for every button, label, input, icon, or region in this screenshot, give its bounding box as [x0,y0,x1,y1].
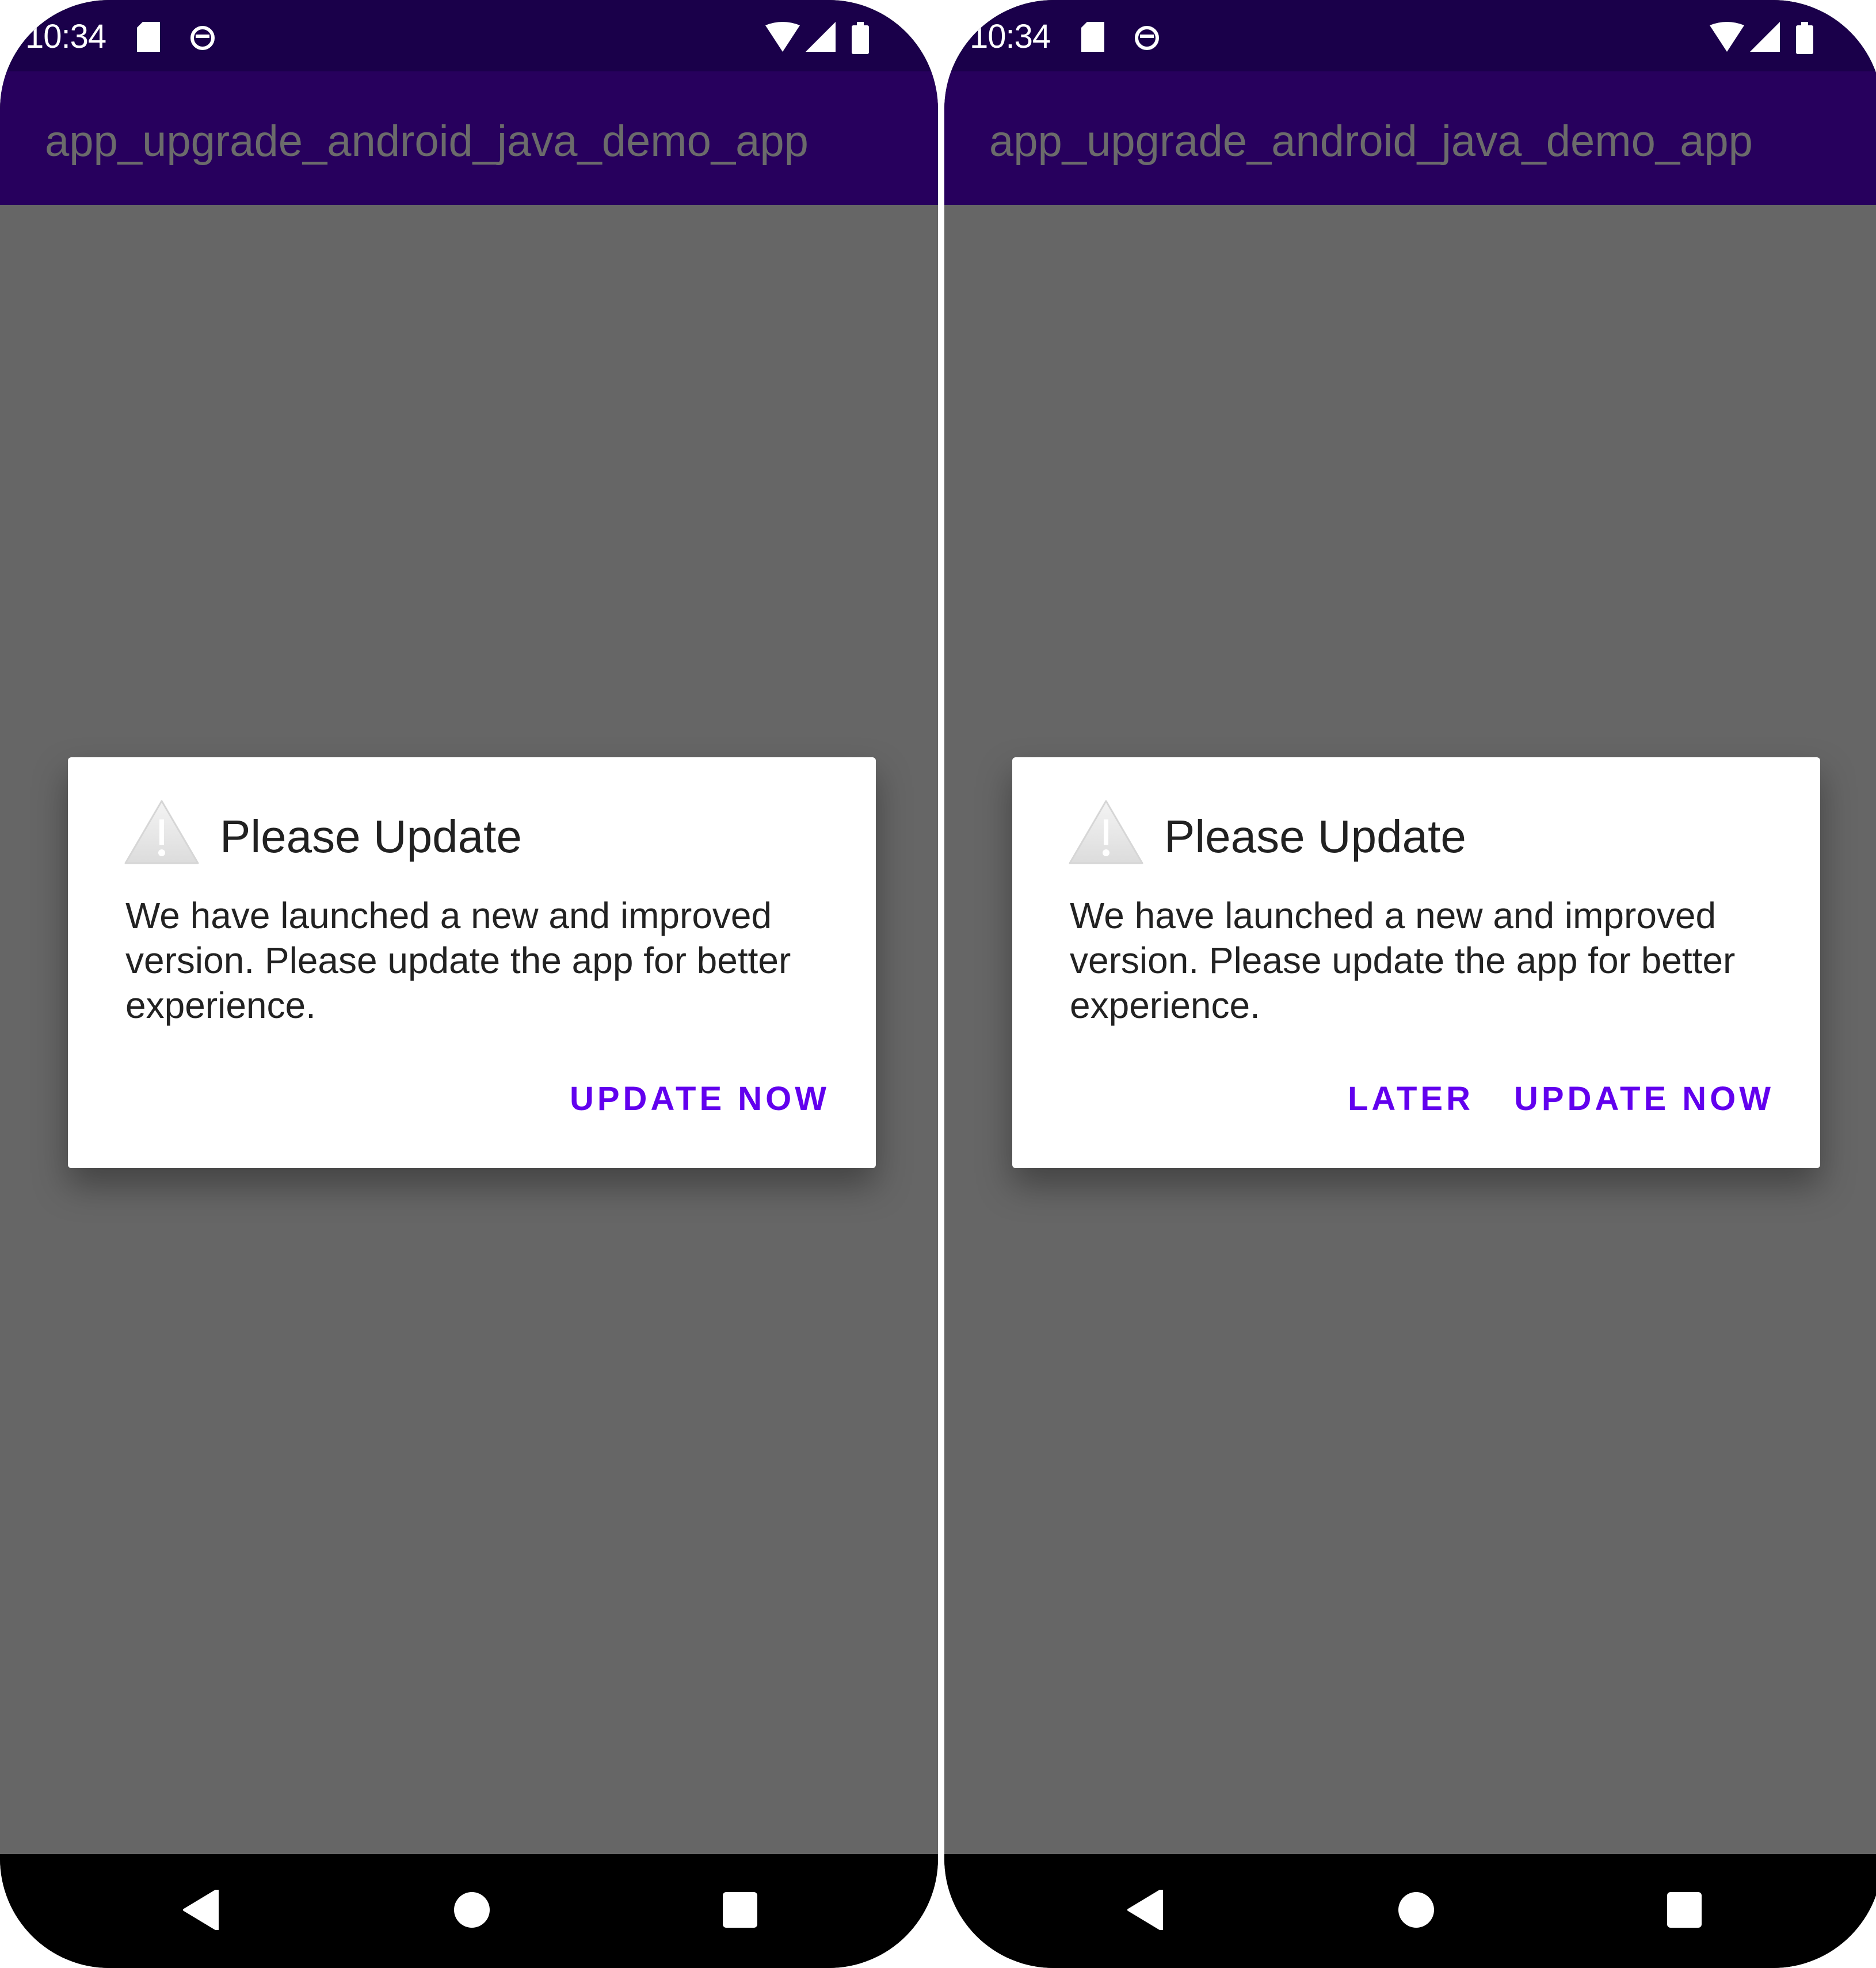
dialog-actions: LATER UPDATE NOW [1348,1080,1774,1118]
wifi-icon [765,22,800,55]
signal-icon [1750,22,1780,55]
warning-icon [123,799,200,871]
sync-icon [1134,22,1160,55]
dialog-title: Please Update [1164,811,1466,862]
dimmed-content: Please Update We have launched a new and… [0,205,938,1854]
home-button[interactable] [453,1890,490,1933]
status-bar: 10:34 [0,0,938,71]
app-title: app_upgrade_android_java_demo_app [989,117,1753,166]
update-dialog: Please Update We have launched a new and… [68,757,876,1168]
dialog-message: We have launched a new and improved vers… [1070,895,1736,1026]
signal-icon [806,22,836,55]
status-time: 10:34 [970,18,1051,55]
status-time: 10:34 [25,18,106,55]
update-now-button[interactable]: UPDATE NOW [570,1080,830,1118]
recents-button[interactable] [1666,1890,1703,1933]
phone-screen-left: 10:34 app_upgrade_android_java_demo_app … [0,0,938,1968]
dimmed-content: Please Update We have launched a new and… [944,205,1876,1854]
dialog-title: Please Update [220,811,522,862]
update-dialog: Please Update We have launched a new and… [1012,757,1820,1168]
sync-icon [190,22,215,55]
later-button[interactable]: LATER [1348,1080,1474,1118]
dialog-message: We have launched a new and improved vers… [125,895,791,1026]
recents-button[interactable] [722,1890,758,1933]
sd-card-icon [1081,22,1107,55]
phone-screen-right: 10:34 app_upgrade_android_java_demo_app … [944,0,1876,1968]
wifi-icon [1710,22,1744,55]
dialog-actions: UPDATE NOW [570,1080,830,1118]
app-bar: app_upgrade_android_java_demo_app [0,71,938,205]
nav-bar [944,1854,1876,1968]
app-title: app_upgrade_android_java_demo_app [45,117,809,166]
battery-icon [1796,22,1813,57]
status-bar: 10:34 [944,0,1876,71]
nav-bar [0,1854,938,1968]
battery-icon [852,22,869,57]
back-button[interactable] [183,1889,220,1933]
app-bar: app_upgrade_android_java_demo_app [944,71,1876,205]
back-button[interactable] [1127,1889,1164,1933]
sd-card-icon [137,22,162,55]
home-button[interactable] [1398,1890,1435,1933]
warning-icon [1067,799,1145,871]
update-now-button[interactable]: UPDATE NOW [1514,1080,1774,1118]
